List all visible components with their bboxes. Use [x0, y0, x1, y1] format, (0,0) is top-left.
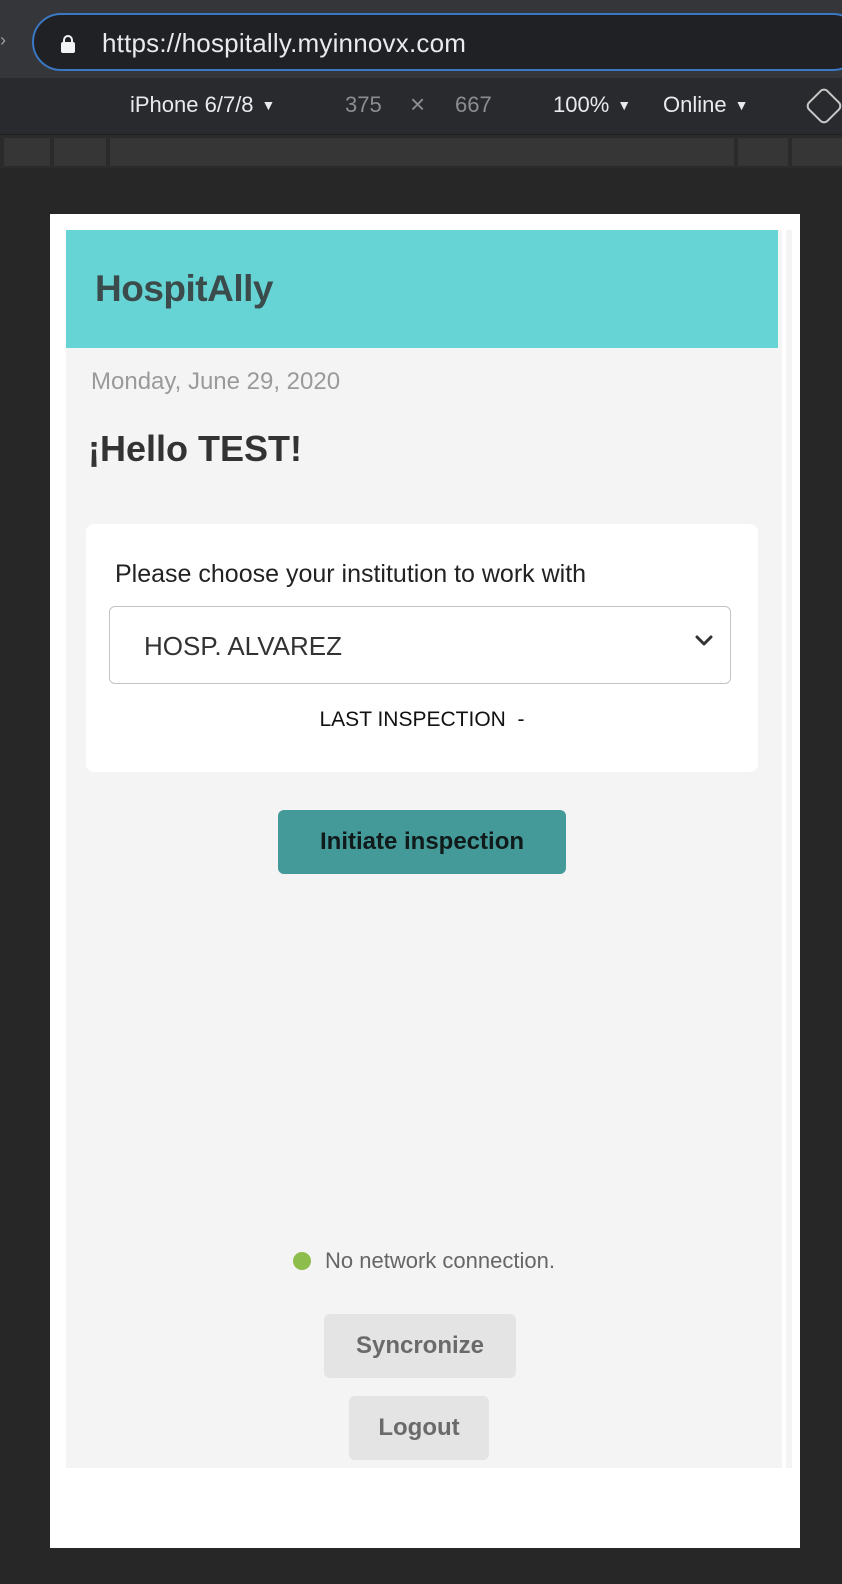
- app-header: HospitAlly: [66, 230, 778, 348]
- logout-button[interactable]: Logout: [349, 1396, 489, 1460]
- times-icon: ×: [410, 89, 426, 119]
- ruler-segment[interactable]: [110, 138, 734, 166]
- last-inspection: LAST INSPECTION -: [86, 708, 758, 732]
- ruler-segment[interactable]: [738, 138, 788, 166]
- institution-card: Please choose your institution to work w…: [86, 524, 758, 772]
- synchronize-button[interactable]: Syncronize: [324, 1314, 516, 1378]
- status-dot-icon: [293, 1252, 312, 1270]
- device-select[interactable]: iPhone 6/7/8 ▼: [130, 92, 275, 118]
- chevron-down-icon: ▼: [617, 97, 632, 113]
- app-screen: HospitAlly Monday, June 29, 2020 ¡Hello …: [66, 230, 782, 1468]
- chevron-down-icon: [695, 635, 713, 646]
- ruler-segment[interactable]: [54, 138, 106, 166]
- institution-select-value: HOSP. ALVAREZ: [144, 631, 342, 661]
- network-throttle-label: Online: [663, 92, 727, 117]
- url-text[interactable]: https://hospitally.myinnovx.com: [102, 28, 466, 59]
- zoom-select[interactable]: 100% ▼: [553, 92, 631, 118]
- ruler-segment[interactable]: [792, 138, 842, 166]
- network-throttle-select[interactable]: Online ▼: [663, 92, 748, 118]
- network-status-text: No network connection.: [325, 1248, 555, 1273]
- initiate-inspection-button[interactable]: Initiate inspection: [278, 810, 566, 874]
- device-viewport: HospitAlly Monday, June 29, 2020 ¡Hello …: [50, 214, 800, 1548]
- app-title: HospitAlly: [95, 268, 273, 309]
- date-text: Monday, June 29, 2020: [91, 368, 341, 395]
- scrollbar[interactable]: [786, 230, 792, 1468]
- chevron-down-icon: ▼: [734, 97, 749, 113]
- network-status: No network connection.: [66, 1248, 782, 1274]
- lock-icon[interactable]: [61, 35, 75, 53]
- device-select-label: iPhone 6/7/8: [130, 92, 254, 117]
- address-bar[interactable]: https://hospitally.myinnovx.com: [32, 13, 842, 71]
- device-toolbar: iPhone 6/7/8 ▼ 375 × 667 100% ▼ Online ▼: [0, 78, 842, 134]
- last-inspection-label: LAST INSPECTION: [319, 708, 506, 731]
- rotate-icon[interactable]: [804, 86, 842, 126]
- back-arrow-edge[interactable]: ›: [0, 30, 6, 51]
- last-inspection-value: -: [517, 708, 525, 731]
- institution-prompt: Please choose your institution to work w…: [115, 560, 587, 588]
- institution-select[interactable]: HOSP. ALVAREZ: [109, 606, 731, 684]
- zoom-select-label: 100%: [553, 92, 610, 117]
- ruler-segment[interactable]: [4, 138, 50, 166]
- height-input[interactable]: 667: [455, 92, 492, 118]
- greeting-heading: ¡Hello TEST!: [88, 428, 302, 469]
- chevron-down-icon: ▼: [261, 97, 276, 113]
- media-query-bar: [0, 134, 842, 168]
- browser-toolbar: › https://hospitally.myinnovx.com: [0, 0, 842, 78]
- width-input[interactable]: 375: [345, 92, 382, 118]
